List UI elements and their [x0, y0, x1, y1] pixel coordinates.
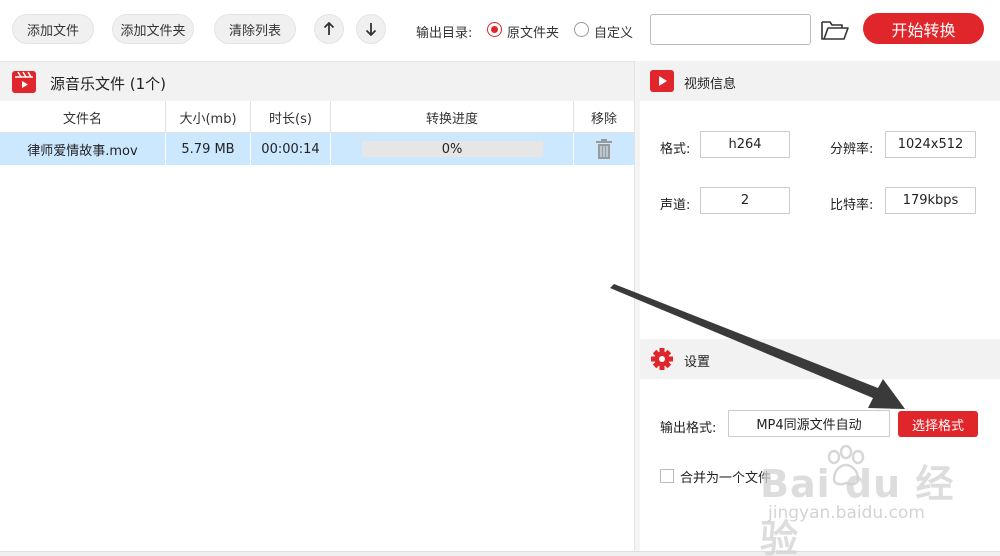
output-format-label: 输出格式: — [660, 421, 717, 436]
column-header-duration: 时长(s) — [251, 101, 331, 133]
channel-label: 声道: — [660, 198, 691, 213]
arrow-down-icon — [365, 23, 377, 36]
cell-remove — [574, 133, 634, 165]
trash-icon[interactable] — [595, 139, 613, 159]
column-header-filename: 文件名 — [0, 101, 166, 133]
select-format-button[interactable]: 选择格式 — [898, 411, 978, 437]
move-down-button[interactable] — [356, 14, 386, 44]
move-up-button[interactable] — [314, 14, 344, 44]
add-file-button[interactable]: 添加文件 — [12, 14, 94, 44]
radio-source-folder-label: 原文件夹 — [507, 26, 560, 41]
music-file-icon — [12, 71, 36, 93]
add-folder-button[interactable]: 添加文件夹 — [112, 14, 194, 44]
video-play-icon — [650, 70, 674, 92]
progress-text: 0% — [441, 141, 463, 157]
radio-source-folder[interactable] — [487, 22, 502, 37]
table-row[interactable]: 律师爱情故事.mov 5.79 MB 00:00:14 0% — [0, 133, 634, 165]
file-table-header: 文件名 大小(mb) 时长(s) 转换进度 移除 — [0, 101, 634, 133]
settings-title: 设置 — [684, 355, 711, 370]
cell-filename: 律师爱情故事.mov — [0, 133, 166, 165]
cell-duration: 00:00:14 — [251, 133, 331, 165]
start-convert-button[interactable]: 开始转换 — [863, 13, 984, 44]
merge-label: 合并为一个文件 — [680, 471, 772, 486]
merge-checkbox[interactable] — [660, 469, 674, 483]
gear-icon — [651, 348, 673, 370]
column-header-size: 大小(mb) — [166, 101, 251, 133]
resolution-value: 1024x512 — [885, 131, 976, 158]
radio-custom[interactable] — [574, 22, 589, 37]
clear-list-button[interactable]: 清除列表 — [214, 14, 296, 44]
settings-header: 设置 — [640, 339, 1000, 379]
output-format-value: MP4同源文件自动 — [728, 410, 890, 437]
info-panel: 视频信息 格式: h264 分辨率: 1024x512 声道: 2 比特率: 1… — [640, 61, 1000, 551]
bitrate-value: 179kbps — [885, 187, 976, 214]
output-dir-label: 输出目录: — [416, 26, 473, 41]
video-info-title: 视频信息 — [684, 77, 737, 92]
cell-size: 5.79 MB — [166, 133, 251, 165]
bitrate-label: 比特率: — [830, 198, 874, 213]
resolution-label: 分辨率: — [830, 142, 874, 157]
arrow-up-icon — [323, 22, 335, 35]
file-list-title: 源音乐文件 (1个) — [50, 75, 167, 93]
channel-value: 2 — [700, 187, 790, 214]
cell-progress: 0% — [331, 133, 574, 165]
file-list-header: 源音乐文件 (1个) — [0, 61, 634, 101]
format-label: 格式: — [660, 142, 691, 157]
folder-open-icon[interactable] — [820, 17, 850, 43]
output-path-input[interactable] — [650, 14, 811, 45]
progress-bar: 0% — [361, 141, 543, 157]
file-list-panel: 源音乐文件 (1个) 文件名 大小(mb) 时长(s) 转换进度 移除 律师爱情… — [0, 61, 634, 551]
video-info-header: 视频信息 — [640, 61, 1000, 101]
toolbar: 添加文件 添加文件夹 清除列表 输出目录: 原文件夹 自定义 开始转换 — [0, 0, 1000, 60]
column-header-progress: 转换进度 — [331, 101, 574, 133]
column-header-remove: 移除 — [590, 111, 617, 127]
status-bar — [0, 551, 1000, 556]
radio-custom-label: 自定义 — [594, 26, 634, 41]
format-value: h264 — [700, 131, 790, 158]
